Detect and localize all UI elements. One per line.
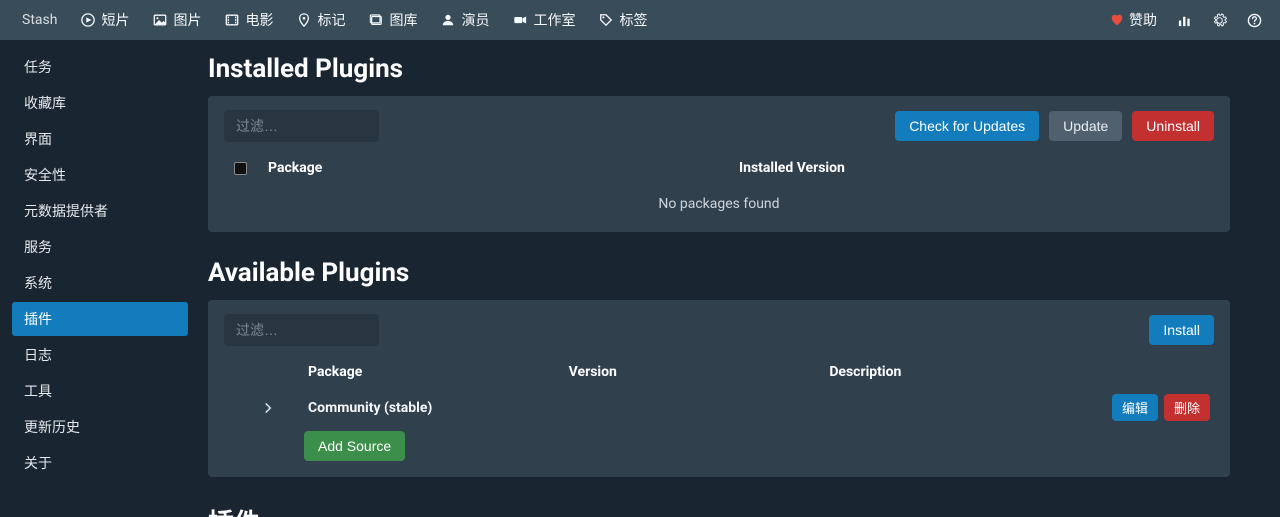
images-icon xyxy=(369,13,383,27)
sidebar-item-tools[interactable]: 工具 xyxy=(12,374,188,408)
topnav-right: 赞助 xyxy=(1102,0,1270,40)
install-button[interactable]: Install xyxy=(1149,315,1214,345)
installed-table-header: Package Installed Version xyxy=(224,156,1214,186)
nav-scenes[interactable]: 短片 xyxy=(69,0,141,40)
col-version: Version xyxy=(569,364,830,380)
question-circle-icon xyxy=(1247,13,1262,28)
sidebar-item-interface[interactable]: 界面 xyxy=(12,122,188,156)
nav-items: 短片 图片 电影 标记 图库 演员 工作室 标签 xyxy=(69,0,659,40)
installed-plugins-card: Check for Updates Update Uninstall Packa… xyxy=(208,96,1230,232)
update-button[interactable]: Update xyxy=(1049,111,1122,141)
nav-label: 图片 xyxy=(173,10,201,30)
nav-movies[interactable]: 电影 xyxy=(213,0,285,40)
nav-images[interactable]: 图片 xyxy=(141,0,213,40)
user-icon xyxy=(441,13,455,27)
stats-button[interactable] xyxy=(1169,0,1200,40)
sidebar-item-security[interactable]: 安全性 xyxy=(12,158,188,192)
top-nav: Stash 短片 图片 电影 标记 图库 演员 工作室 xyxy=(0,0,1280,40)
available-plugins-card: Install Package Version Description Comm… xyxy=(208,300,1230,477)
sponsor-label: 赞助 xyxy=(1129,10,1157,30)
sidebar-item-metadata-providers[interactable]: 元数据提供者 xyxy=(12,194,188,228)
sidebar-item-tasks[interactable]: 任务 xyxy=(12,50,188,84)
nav-performers[interactable]: 演员 xyxy=(429,0,501,40)
nav-label: 电影 xyxy=(245,10,273,30)
available-table-header: Package Version Description xyxy=(224,360,1214,392)
map-pin-icon xyxy=(297,13,311,27)
expand-source-toggle[interactable] xyxy=(228,402,308,414)
nav-label: 标签 xyxy=(619,10,647,30)
col-description: Description xyxy=(829,364,1090,380)
sidebar-item-about[interactable]: 关于 xyxy=(12,446,188,480)
help-button[interactable] xyxy=(1239,0,1270,40)
uninstall-button[interactable]: Uninstall xyxy=(1132,111,1214,141)
image-icon xyxy=(153,13,167,27)
plugins-heading: 插件 xyxy=(208,503,1230,517)
tag-icon xyxy=(599,13,613,27)
installed-empty-message: No packages found xyxy=(224,186,1214,216)
video-camera-icon xyxy=(513,13,527,27)
installed-filter-input[interactable] xyxy=(224,110,379,142)
nav-label: 图库 xyxy=(389,10,417,30)
nav-studios[interactable]: 工作室 xyxy=(501,0,587,40)
add-source-button[interactable]: Add Source xyxy=(304,431,405,461)
heart-icon xyxy=(1110,13,1124,27)
film-icon xyxy=(225,13,239,27)
nav-label: 演员 xyxy=(461,10,489,30)
sidebar-item-services[interactable]: 服务 xyxy=(12,230,188,264)
source-name: Community (stable) xyxy=(308,400,569,416)
sponsor-link[interactable]: 赞助 xyxy=(1102,0,1165,40)
settings-button[interactable] xyxy=(1204,0,1235,40)
sidebar-item-library[interactable]: 收藏库 xyxy=(12,86,188,120)
nav-markers[interactable]: 标记 xyxy=(285,0,357,40)
play-circle-icon xyxy=(81,13,95,27)
main-content: Installed Plugins Check for Updates Upda… xyxy=(200,40,1280,517)
available-plugins-heading: Available Plugins xyxy=(208,258,1230,288)
sidebar-item-plugins[interactable]: 插件 xyxy=(12,302,188,336)
nav-label: 标记 xyxy=(317,10,345,30)
nav-galleries[interactable]: 图库 xyxy=(357,0,429,40)
col-installed-version: Installed Version xyxy=(739,160,1210,176)
nav-tags[interactable]: 标签 xyxy=(587,0,659,40)
nav-label: 工作室 xyxy=(533,10,575,30)
select-all-checkbox[interactable] xyxy=(234,162,247,175)
nav-label: 短片 xyxy=(101,10,129,30)
brand-logo[interactable]: Stash xyxy=(10,12,69,28)
settings-sidebar: 任务 收藏库 界面 安全性 元数据提供者 服务 系统 插件 日志 工具 更新历史… xyxy=(0,40,200,517)
source-row: Community (stable) 编辑 删除 xyxy=(224,392,1214,431)
gear-icon xyxy=(1212,13,1227,28)
sidebar-item-logs[interactable]: 日志 xyxy=(12,338,188,372)
chevron-right-icon xyxy=(262,402,274,414)
check-updates-button[interactable]: Check for Updates xyxy=(895,111,1039,141)
sidebar-item-system[interactable]: 系统 xyxy=(12,266,188,300)
edit-source-button[interactable]: 编辑 xyxy=(1112,394,1158,421)
installed-plugins-heading: Installed Plugins xyxy=(208,54,1230,84)
col-package: Package xyxy=(308,364,569,380)
delete-source-button[interactable]: 删除 xyxy=(1164,394,1210,421)
sidebar-item-changelog[interactable]: 更新历史 xyxy=(12,410,188,444)
col-package: Package xyxy=(268,160,739,176)
available-filter-input[interactable] xyxy=(224,314,379,346)
bar-chart-icon xyxy=(1177,13,1192,28)
